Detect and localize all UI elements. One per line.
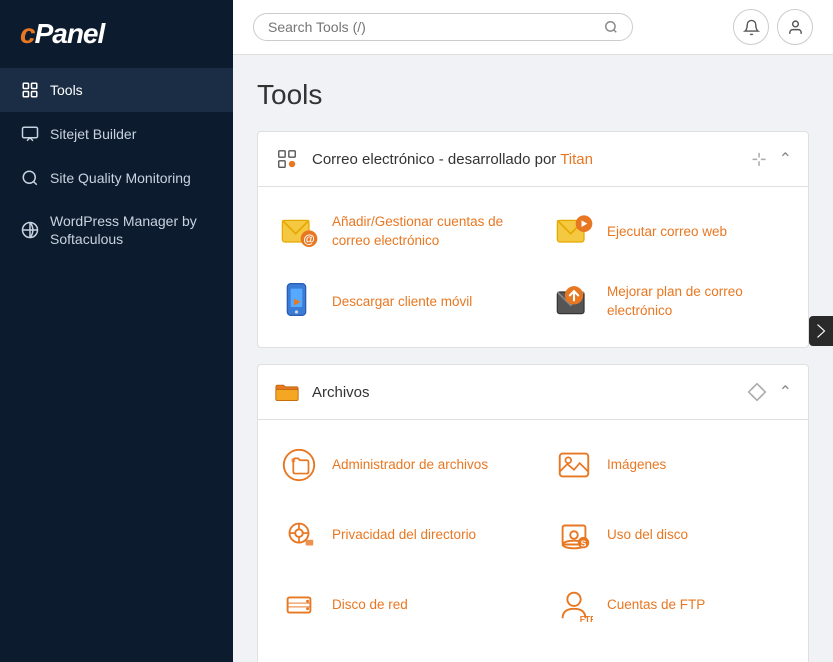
files-section-grid: Administrador de archivos Imágenes (258, 420, 808, 662)
images-label: Imágenes (607, 456, 666, 475)
add-email-item[interactable]: @ Añadir/Gestionar cuentas de correo ele… (258, 197, 533, 267)
webmail-icon (553, 211, 595, 253)
sidebar: cPanel Tools Sitejet Builder Site Qualit… (0, 0, 233, 662)
mobile-client-label: Descargar cliente móvil (332, 293, 472, 312)
dir-privacy-icon (278, 514, 320, 556)
upgrade-email-icon (553, 281, 595, 323)
ftp-accounts-icon: FTP (553, 584, 595, 626)
main-content: Tools Correo electrónico - desarrollado … (233, 0, 833, 662)
search-icon (604, 20, 618, 34)
ftp-accounts-item[interactable]: FTP Cuentas de FTP (533, 570, 808, 640)
mobile-client-icon (278, 281, 320, 323)
magnify-icon (20, 168, 40, 188)
sidebar-item-site-quality-label: Site Quality Monitoring (50, 169, 191, 187)
email-section-title: Correo electrónico - desarrollado por Ti… (312, 151, 732, 168)
tools-icon (20, 80, 40, 100)
sidebar-item-site-quality[interactable]: Site Quality Monitoring (0, 156, 233, 200)
webmail-item[interactable]: Ejecutar correo web (533, 197, 808, 267)
dir-privacy-label: Privacidad del directorio (332, 526, 476, 545)
dir-privacy-item[interactable]: Privacidad del directorio (258, 500, 533, 570)
email-section-grid: @ Añadir/Gestionar cuentas de correo ele… (258, 187, 808, 347)
ftp-anon-icon: FTP (553, 654, 595, 662)
svg-text:@: @ (303, 233, 314, 246)
ftp-accounts-label: Cuentas de FTP (607, 596, 705, 615)
sidebar-item-sitejet-label: Sitejet Builder (50, 125, 136, 143)
email-section: Correo electrónico - desarrollado por Ti… (257, 131, 809, 348)
files-drag-icon (747, 382, 767, 402)
network-disk-icon (278, 584, 320, 626)
file-manager-label: Administrador de archivos (332, 456, 488, 475)
file-manager-icon (278, 444, 320, 486)
webmail-label: Ejecutar correo web (607, 223, 727, 242)
mobile-client-item[interactable]: Descargar cliente móvil (258, 267, 533, 337)
drag-icon: ⊹ (752, 149, 767, 170)
sitejet-icon (20, 124, 40, 144)
sidebar-item-tools[interactable]: Tools (0, 68, 233, 112)
floating-badge[interactable] (809, 316, 833, 346)
disk-usage-icon: S (553, 514, 595, 556)
sidebar-item-wordpress-label: WordPress Manager by Softaculous (50, 212, 213, 248)
email-section-header[interactable]: Correo electrónico - desarrollado por Ti… (258, 132, 808, 187)
notifications-button[interactable] (733, 9, 769, 45)
upgrade-email-label: Mejorar plan de correo electrónico (607, 283, 788, 321)
images-item[interactable]: Imágenes (533, 430, 808, 500)
ftp-anon-item[interactable]: FTP FTP anónimo (533, 640, 808, 662)
files-section-icon (274, 379, 300, 405)
sidebar-item-sitejet[interactable]: Sitejet Builder (0, 112, 233, 156)
disk-usage-label: Uso del disco (607, 526, 688, 545)
sidebar-logo: cPanel (0, 0, 233, 68)
files-section-header[interactable]: Archivos ⌃ (258, 365, 808, 420)
ftp-connections-icon: FTP (278, 654, 320, 662)
page-title: Tools (257, 79, 809, 111)
add-email-icon: @ (278, 211, 320, 253)
user-menu-button[interactable] (777, 9, 813, 45)
images-icon (553, 444, 595, 486)
files-section: Archivos ⌃ (257, 364, 809, 662)
header-icons (733, 9, 813, 45)
upgrade-email-item[interactable]: Mejorar plan de correo electrónico (533, 267, 808, 337)
content-area: Tools Correo electrónico - desarrollado … (233, 55, 833, 662)
logo-text: cPanel (20, 18, 104, 49)
svg-text:FTP: FTP (580, 614, 593, 624)
email-section-icon (274, 146, 300, 172)
search-bar[interactable] (253, 13, 633, 41)
network-disk-item[interactable]: Disco de red (258, 570, 533, 640)
files-chevron-up-icon: ⌃ (779, 382, 792, 402)
files-section-title: Archivos (312, 384, 727, 401)
disk-usage-item[interactable]: S Uso del disco (533, 500, 808, 570)
add-email-label: Añadir/Gestionar cuentas de correo elect… (332, 213, 513, 251)
svg-text:S: S (581, 538, 587, 548)
chevron-up-icon: ⌃ (779, 149, 792, 169)
header (233, 0, 833, 55)
network-disk-label: Disco de red (332, 596, 408, 615)
file-manager-item[interactable]: Administrador de archivos (258, 430, 533, 500)
sidebar-item-wordpress[interactable]: WordPress Manager by Softaculous (0, 200, 233, 260)
ftp-connections-item[interactable]: FTP Conexiones de FTP (258, 640, 533, 662)
search-input[interactable] (268, 19, 596, 35)
sidebar-item-tools-label: Tools (50, 81, 83, 99)
wordpress-icon (20, 220, 40, 240)
